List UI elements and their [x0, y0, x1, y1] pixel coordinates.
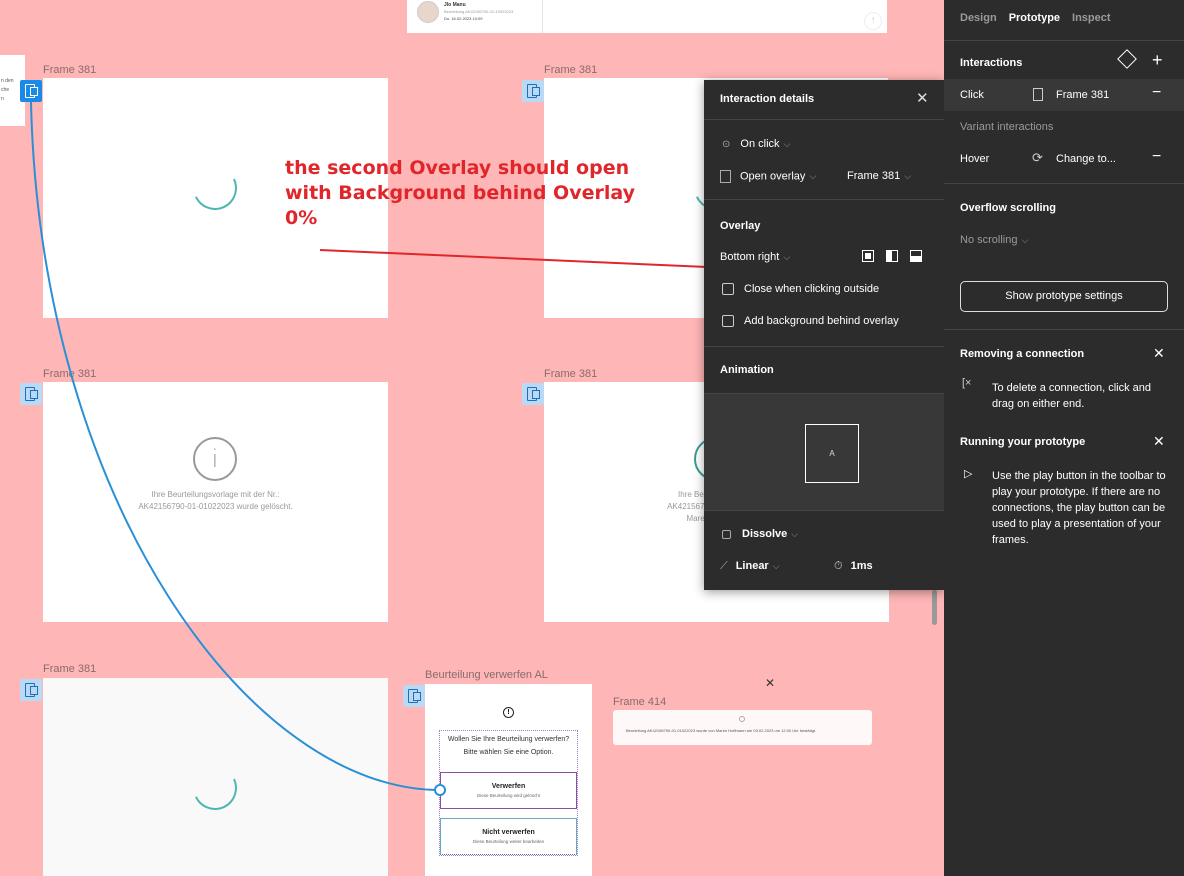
- add-interaction-button[interactable]: +: [1152, 50, 1163, 71]
- tab-prototype[interactable]: Prototype: [1009, 12, 1060, 24]
- click-target-icon: ⊙: [722, 139, 731, 150]
- tab-inspect[interactable]: Inspect: [1072, 12, 1111, 24]
- timer-icon: ⏱: [834, 560, 843, 572]
- interactions-heading: Interactions: [960, 57, 1023, 69]
- close-tip-icon[interactable]: ✕: [1153, 433, 1165, 450]
- tip-title: Running your prototype: [960, 436, 1086, 448]
- tip-title: Removing a connection: [960, 348, 1085, 360]
- flow-starting-point-icon[interactable]: [1117, 49, 1137, 69]
- variant-heading: Variant interactions: [960, 121, 1054, 133]
- tab-design[interactable]: Design: [960, 12, 997, 24]
- easing-value: Linear: [735, 560, 769, 572]
- animation-type-value: Dissolve: [742, 528, 788, 540]
- show-prototype-settings-button[interactable]: Show prototype settings: [960, 281, 1168, 312]
- overflow-dropdown[interactable]: No scrolling ⌵: [960, 234, 1028, 246]
- trigger-dropdown[interactable]: ⊙ On click ⌵: [722, 138, 790, 150]
- tip-text: Use the play button in the toolbar to pl…: [992, 470, 1166, 546]
- trigger-value: On click: [740, 138, 780, 150]
- interaction-trigger: Click: [960, 89, 984, 101]
- open-overlay-icon: [1033, 88, 1043, 101]
- position-value: Bottom right: [720, 251, 780, 263]
- close-tip-icon[interactable]: ✕: [1153, 345, 1165, 362]
- annotation-arrow: [319, 249, 731, 269]
- animation-heading: Animation: [720, 364, 774, 376]
- close-outside-checkbox[interactable]: [722, 283, 734, 295]
- popup-title: Interaction details: [720, 93, 815, 105]
- position-center-icon[interactable]: [862, 250, 874, 262]
- variant-interaction-row[interactable]: Hover ⟳ Change to... −: [944, 143, 1184, 175]
- close-outside-label[interactable]: Close when clicking outside: [744, 283, 879, 295]
- annotation-text: the second Overlay should open with Back…: [285, 157, 635, 229]
- position-bottom-icon[interactable]: [910, 250, 922, 262]
- destination-value: Frame 381: [847, 170, 901, 182]
- open-overlay-icon: [720, 170, 731, 183]
- add-background-label[interactable]: Add background behind overlay: [744, 315, 899, 327]
- overflow-heading: Overflow scrolling: [960, 202, 1056, 214]
- interaction-details-popup[interactable]: Interaction details ✕ ⊙ On click ⌵ Open ov…: [704, 80, 944, 590]
- overflow-value: No scrolling: [960, 234, 1018, 246]
- variant-trigger: Hover: [960, 153, 990, 165]
- animation-preview: A: [704, 393, 944, 511]
- variant-target: Change to...: [1056, 153, 1116, 165]
- animation-type-dropdown[interactable]: Dissolve ⌵: [722, 528, 798, 540]
- close-icon[interactable]: ✕: [916, 89, 929, 107]
- interaction-target: Frame 381: [1056, 89, 1110, 101]
- destination-dropdown[interactable]: Frame 381 ⌵: [847, 170, 911, 182]
- position-side-icon[interactable]: [886, 250, 898, 262]
- remove-interaction-button[interactable]: −: [1152, 84, 1161, 102]
- duration-value: 1ms: [850, 560, 873, 572]
- action-value: Open overlay: [740, 170, 806, 183]
- remove-variant-button[interactable]: −: [1152, 148, 1161, 166]
- preview-frame: A: [805, 424, 859, 483]
- linear-curve-icon: ⟋: [720, 560, 728, 572]
- add-background-checkbox[interactable]: [722, 315, 734, 327]
- right-properties-panel: Design Prototype Inspect Interactions + …: [944, 0, 1184, 876]
- interaction-row[interactable]: Click Frame 381 −: [944, 79, 1184, 111]
- dissolve-icon: [722, 529, 731, 539]
- overlay-heading: Overlay: [720, 220, 761, 232]
- overlay-position-dropdown[interactable]: Bottom right ⌵: [720, 251, 790, 263]
- play-icon: ▷: [964, 468, 973, 480]
- action-dropdown[interactable]: Open overlay ⌵: [720, 170, 816, 183]
- easing-dropdown[interactable]: ⟋ Linear ⌵: [720, 560, 780, 573]
- change-to-icon: ⟳: [1032, 150, 1043, 165]
- canvas-scrollbar[interactable]: [932, 590, 937, 625]
- disconnect-icon: [×: [962, 377, 972, 389]
- connection-handle: [434, 784, 446, 796]
- duration-field[interactable]: ⏱ 1ms: [834, 560, 873, 573]
- tip-text: To delete a connection, click and drag o…: [992, 382, 1151, 410]
